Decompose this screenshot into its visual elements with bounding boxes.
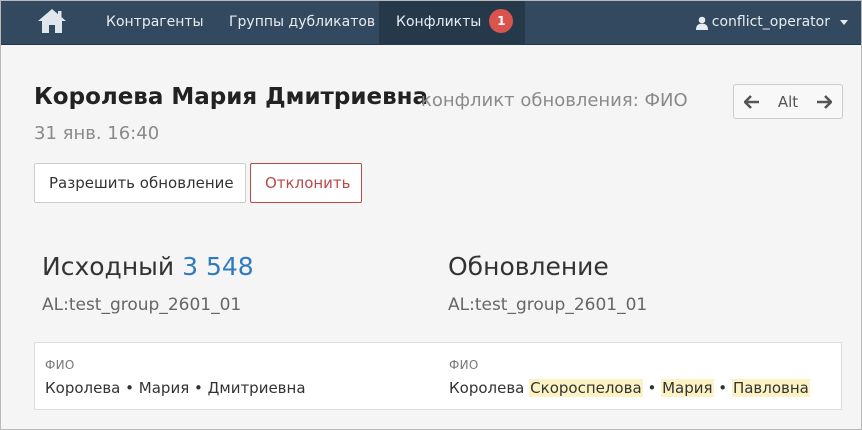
update-field-label: ФИО [449,358,479,372]
arrow-right-icon [817,94,832,109]
original-last-name: Королева [45,379,121,397]
top-navbar: Контрагенты Группы дубликатов Конфликты 1… [0,0,862,45]
update-group: AL:test_group_2601_01 [448,295,648,315]
conflict-type: конфликт обновления: ФИО [421,90,688,111]
original-field-label: ФИО [45,358,75,372]
nav-counterparties-label: Контрагенты [106,14,204,30]
update-last-name-added: Скороспелова [529,379,643,397]
separator: • [125,379,135,397]
home-icon [38,9,66,33]
nav-conflicts-label: Конфликты [396,14,482,30]
user-icon [695,16,708,30]
nav-counterparties[interactable]: Контрагенты [91,0,219,45]
prev-button[interactable] [744,94,760,109]
field-comparison-panel: ФИО Королева • Мария • Дмитриевна ФИО Ко… [34,342,842,410]
home-button[interactable] [34,5,70,37]
separator: • [718,379,728,397]
update-patronymic: Павловна [731,379,810,397]
record-pager: Alt [733,84,843,119]
chevron-down-icon [840,20,848,25]
conflict-datetime: 31 янв. 16:40 [34,123,160,144]
original-first-name: Мария [138,379,190,397]
user-menu[interactable]: conflict_operator [695,0,848,45]
original-field-value: Королева • Мария • Дмитриевна [45,379,306,397]
nav-conflicts[interactable]: Конфликты 1 [379,0,525,45]
conflicts-count-badge: 1 [489,8,514,33]
resolve-update-button[interactable]: Разрешить обновление [34,163,246,203]
original-heading: Исходный 3 548 [42,252,254,281]
update-field-value: Королева Скороспелова • Мария • Павловна [449,379,810,397]
nav-duplicate-groups[interactable]: Группы дубликатов [214,0,390,45]
separator: • [647,379,657,397]
arrow-left-icon [744,94,759,109]
original-record-link[interactable]: 3 548 [182,252,254,281]
username: conflict_operator [711,14,830,30]
page-title: Королева Мария Дмитриевна [34,84,429,110]
nav-duplicate-groups-label: Группы дубликатов [229,14,376,30]
separator: • [194,379,203,397]
original-patronymic: Дмитриевна [207,379,306,397]
update-last-name: Королева [449,379,525,397]
original-heading-label: Исходный [42,252,175,281]
reject-button[interactable]: Отклонить [250,163,362,203]
original-group: AL:test_group_2601_01 [42,295,242,315]
update-heading: Обновление [448,252,609,281]
next-button[interactable] [816,94,832,109]
pager-label: Alt [777,92,799,111]
update-first-name: Мария [661,379,714,397]
